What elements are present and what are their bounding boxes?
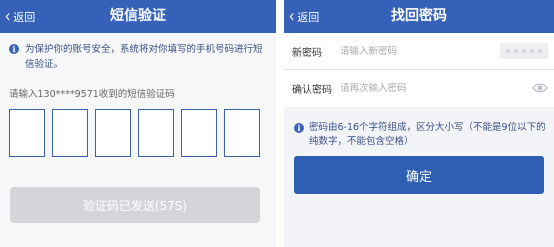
code-digit-box[interactable] xyxy=(52,109,88,157)
security-notice: i 为保护你的账号安全，系统将对你填写的手机号码进行短信验证。 xyxy=(9,42,271,72)
nav-bar: ‹ 返回 短信验证 xyxy=(0,0,276,33)
code-prompt: 请输入130****9571收到的短信验证码 xyxy=(9,89,175,100)
new-password-row: 新密码 xyxy=(284,33,554,70)
reset-password-screen: ‹ 返回 找回密码 新密码 确认密码 i 密码由6-16个字符组成，区分大小写（… xyxy=(284,0,554,247)
page-title: 短信验证 xyxy=(110,8,166,24)
resend-code-button[interactable]: 验证码已发送(57S) xyxy=(10,187,260,223)
info-icon: i xyxy=(9,44,19,54)
verification-code-input[interactable] xyxy=(9,109,267,157)
password-rule-notice: i 密码由6-16个字符组成，区分大小写（不能是9位以下的纯数字，不能包含空格） xyxy=(294,121,550,149)
password-rule-text: 密码由6-16个字符组成，区分大小写（不能是9位以下的纯数字，不能包含空格） xyxy=(309,122,546,147)
back-label: 返回 xyxy=(297,10,320,24)
chevron-left-icon: ‹ xyxy=(288,5,295,27)
confirm-password-row: 确认密码 xyxy=(284,70,554,107)
new-password-field[interactable] xyxy=(340,45,490,57)
chevron-left-icon: ‹ xyxy=(4,5,11,27)
code-digit-box[interactable] xyxy=(181,109,217,157)
sms-verification-screen: ‹ 返回 短信验证 i 为保护你的账号安全，系统将对你填写的手机号码进行短信验证… xyxy=(0,0,276,247)
confirm-password-label: 确认密码 xyxy=(292,85,332,96)
confirm-button[interactable]: 确定 xyxy=(294,156,544,194)
back-button[interactable]: ‹ 返回 xyxy=(4,0,35,33)
page-title: 找回密码 xyxy=(391,8,447,24)
back-label: 返回 xyxy=(13,10,36,24)
code-digit-box[interactable] xyxy=(95,109,131,157)
new-password-label: 新密码 xyxy=(292,47,322,59)
eye-icon[interactable] xyxy=(532,81,548,95)
password-form: 新密码 确认密码 xyxy=(284,33,554,107)
keyboard-icon[interactable] xyxy=(500,43,548,59)
security-notice-text: 为保护你的账号安全，系统将对你填写的手机号码进行短信验证。 xyxy=(25,44,263,70)
code-digit-box[interactable] xyxy=(138,109,174,157)
code-digit-box[interactable] xyxy=(9,109,45,157)
code-digit-box[interactable] xyxy=(224,109,260,157)
nav-bar: ‹ 返回 找回密码 xyxy=(284,0,554,33)
confirm-password-field[interactable] xyxy=(340,83,490,94)
info-icon: i xyxy=(294,123,304,133)
back-button[interactable]: ‹ 返回 xyxy=(288,0,319,33)
